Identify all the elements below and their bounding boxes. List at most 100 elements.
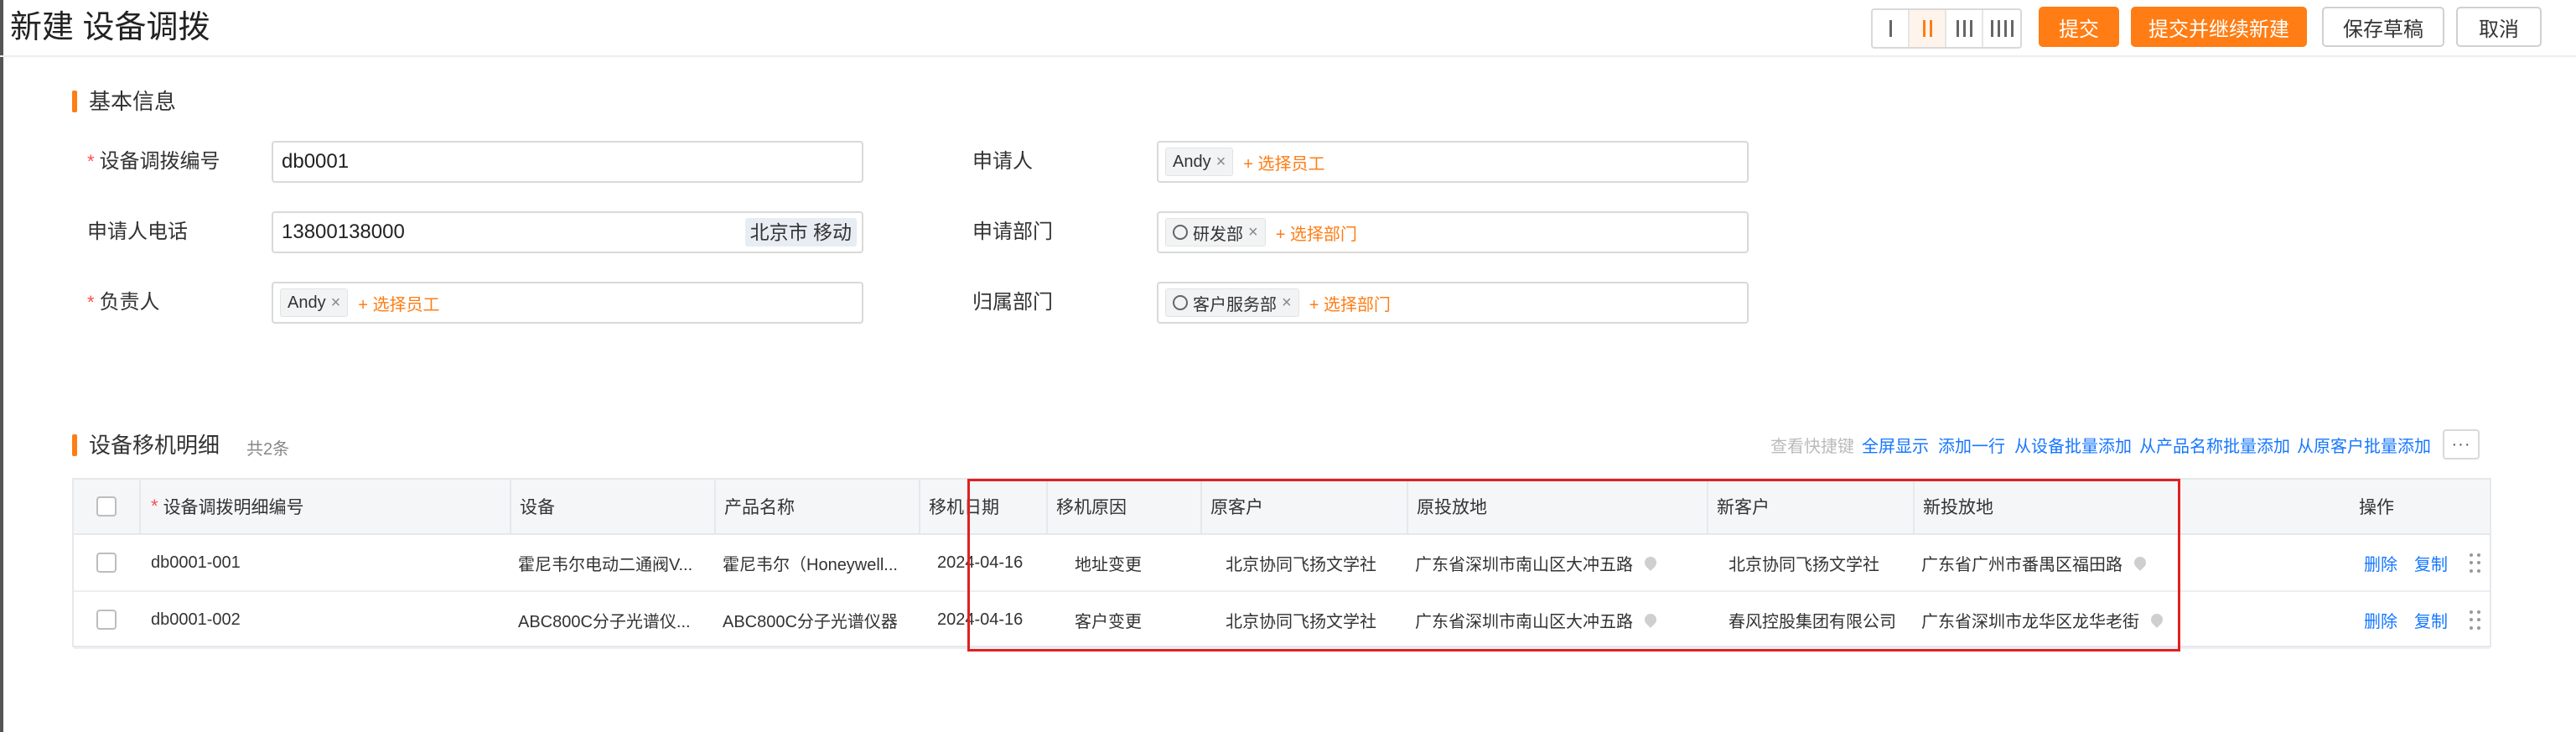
code-label: * 设备调拨编号 <box>87 150 220 173</box>
cancel-button[interactable]: 取消 <box>2456 7 2542 47</box>
submit-button[interactable]: 提交 <box>2039 7 2119 47</box>
cell-new-location[interactable]: 广东省广州市番禺区福田路 <box>1913 535 2332 590</box>
record-count: 共2条 <box>246 440 290 459</box>
select-all-cell <box>74 480 139 533</box>
apply-dept-label: 申请部门 <box>972 221 1053 243</box>
cell-ops: 删除 复制 <box>2351 535 2493 590</box>
header-new-customer: 新客户 <box>1707 480 1913 533</box>
department-icon <box>1173 295 1188 310</box>
header-ops: 操作 <box>2359 498 2394 517</box>
required-mark: * <box>87 292 95 313</box>
delete-row-link[interactable]: 删除 <box>2364 608 2397 632</box>
header-new-location: 新投放地 <box>1913 480 2416 533</box>
row-select-cell <box>74 535 139 590</box>
required-mark: * <box>87 151 95 172</box>
drag-handle-icon[interactable] <box>2470 553 2481 574</box>
cell-date[interactable]: 2024-04-16 <box>919 535 1046 590</box>
header-old-location: 原投放地 <box>1407 480 1707 533</box>
location-pin-icon[interactable] <box>1642 554 1659 571</box>
detail-table: * 设备调拨明细编号 设备 产品名称 移机日期 移机原因 原客户 原投放地 新客户… <box>72 478 2493 649</box>
layout-2-column-button[interactable] <box>1910 10 1946 47</box>
table-row: db0001-002 ABC800C分子光谱仪... ABC800C分子光谱仪器… <box>74 592 2490 649</box>
add-row-link[interactable]: 添加一行 <box>1938 433 2005 457</box>
cell-reason[interactable]: 地址变更 <box>1046 535 1200 590</box>
applicant-label: 申请人 <box>972 150 1033 173</box>
remove-tag-icon[interactable]: × <box>1282 293 1292 313</box>
batch-add-customer-link[interactable]: 从原客户批量添加 <box>2297 433 2431 457</box>
applicant-tag: Andy × <box>1165 148 1234 176</box>
copy-row-link[interactable]: 复制 <box>2414 608 2448 632</box>
code-input[interactable]: db0001 <box>272 141 863 183</box>
apply-dept-tag: 研发部 × <box>1165 218 1266 247</box>
cell-code: db0001-002 <box>151 610 241 629</box>
select-department-link[interactable]: + 选择部门 <box>1276 221 1357 245</box>
owner-field[interactable]: Andy × + 选择员工 <box>272 282 863 324</box>
select-employee-link[interactable]: + 选择员工 <box>1243 150 1324 174</box>
code-value: db0001 <box>282 150 350 173</box>
layout-4-column-button[interactable] <box>1983 10 2020 47</box>
header-code: * 设备调拨明细编号 <box>139 480 510 533</box>
owner-label: * 负责人 <box>87 291 160 314</box>
row-select-cell <box>74 592 139 647</box>
fullscreen-link[interactable]: 全屏显示 <box>1862 433 1929 457</box>
row-checkbox[interactable] <box>96 553 117 573</box>
cell-device[interactable]: 霍尼韦尔电动二通阀V... <box>510 535 714 590</box>
remove-tag-icon[interactable]: × <box>331 293 341 313</box>
layout-column-switch <box>1871 8 2022 49</box>
cell-old-location[interactable]: 广东省深圳市南山区大冲五路 <box>1407 535 1707 590</box>
owner-tag: Andy × <box>280 288 349 317</box>
applicant-field[interactable]: Andy × + 选择员工 <box>1157 141 1749 183</box>
cell-date[interactable]: 2024-04-16 <box>919 592 1046 647</box>
shortcut-link[interactable]: 查看快捷键 <box>1770 433 1854 457</box>
phone-value: 13800138000 <box>282 221 405 243</box>
header-old-customer: 原客户 <box>1200 480 1407 533</box>
delete-row-link[interactable]: 删除 <box>2364 551 2397 575</box>
select-department-link[interactable]: + 选择部门 <box>1309 291 1391 315</box>
apply-dept-field[interactable]: 研发部 × + 选择部门 <box>1157 211 1749 253</box>
drag-handle-icon[interactable] <box>2470 610 2481 631</box>
page-title: 新建 设备调拨 <box>10 10 210 45</box>
save-draft-button[interactable]: 保存草稿 <box>2322 7 2444 47</box>
belong-dept-tag: 客户服务部 × <box>1165 288 1299 317</box>
submit-and-new-button[interactable]: 提交并继续新建 <box>2131 7 2307 47</box>
location-pin-icon[interactable] <box>1642 611 1659 628</box>
belong-dept-label: 归属部门 <box>972 291 1053 314</box>
select-employee-link[interactable]: + 选择员工 <box>358 291 439 315</box>
cell-code: db0001-001 <box>151 553 241 572</box>
copy-row-link[interactable]: 复制 <box>2414 551 2448 575</box>
cell-ops: 删除 复制 <box>2351 592 2493 647</box>
cell-old-customer[interactable]: 北京协同飞扬文学社 <box>1200 535 1407 590</box>
cell-new-customer[interactable]: 北京协同飞扬文学社 <box>1707 535 1913 590</box>
batch-add-device-link[interactable]: 从设备批量添加 <box>2014 433 2132 457</box>
phone-label: 申请人电话 <box>87 221 188 243</box>
cell-device[interactable]: ABC800C分子光谱仪... <box>510 592 714 647</box>
belong-dept-field[interactable]: 客户服务部 × + 选择部门 <box>1157 282 1749 324</box>
batch-add-product-link[interactable]: 从产品名称批量添加 <box>2139 433 2290 457</box>
required-mark: * <box>151 496 158 517</box>
phone-carrier-badge: 北京市 移动 <box>744 218 857 247</box>
layout-1-column-button[interactable] <box>1873 10 1910 47</box>
location-pin-icon[interactable] <box>2132 554 2148 571</box>
cell-old-location[interactable]: 广东省深圳市南山区大冲五路 <box>1407 592 1707 647</box>
department-icon <box>1173 225 1188 240</box>
cell-reason[interactable]: 客户变更 <box>1046 592 1200 647</box>
remove-tag-icon[interactable]: × <box>1248 223 1258 242</box>
header-reason: 移机原因 <box>1046 480 1200 533</box>
header-device: 设备 <box>510 480 714 533</box>
cell-product: 霍尼韦尔（Honeywell... <box>723 555 898 574</box>
table-header: * 设备调拨明细编号 设备 产品名称 移机日期 移机原因 原客户 原投放地 新客户… <box>74 480 2490 535</box>
cell-new-location[interactable]: 广东省深圳市龙华区龙华老街 <box>1913 592 2332 647</box>
row-checkbox[interactable] <box>96 610 117 630</box>
more-actions-button[interactable]: ··· <box>2443 429 2480 459</box>
cell-new-customer[interactable]: 春风控股集团有限公司 <box>1707 592 1913 647</box>
remove-tag-icon[interactable]: × <box>1216 153 1226 172</box>
location-pin-icon[interactable] <box>2148 611 2165 628</box>
basic-info-section-title: 基本信息 <box>72 87 176 116</box>
phone-input[interactable]: 13800138000 北京市 移动 <box>272 211 863 253</box>
layout-3-column-button[interactable] <box>1946 10 1983 47</box>
select-all-checkbox[interactable] <box>96 496 117 517</box>
page-header: 新建 设备调拨 提交 提交并继续新建 保存草稿 取消 <box>0 0 2576 57</box>
cell-old-customer[interactable]: 北京协同飞扬文学社 <box>1200 592 1407 647</box>
header-product: 产品名称 <box>714 480 919 533</box>
detail-section-title: 设备移机明细 <box>72 431 220 459</box>
